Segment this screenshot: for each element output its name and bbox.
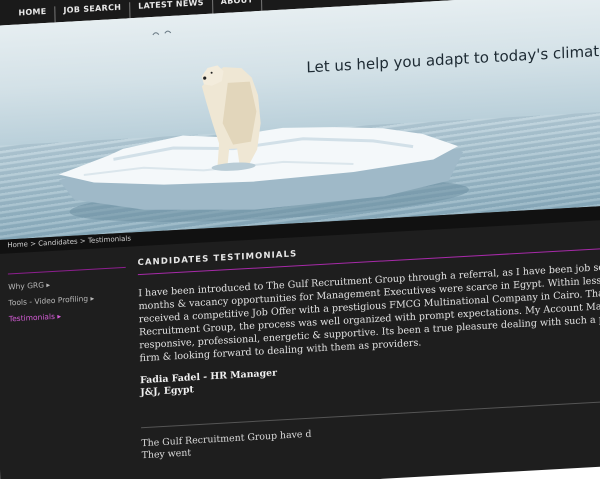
main-content: CANDIDATES TESTIMONIALS I have been intr…: [138, 230, 600, 462]
sidebar-item-video-profiling[interactable]: Tools - Video Profiling ▸: [8, 292, 128, 308]
sidebar: Why GRG ▸ Tools - Video Profiling ▸ Test…: [7, 266, 129, 331]
testimonial-text-2: The Gulf Recruitment Group have d They w…: [141, 410, 600, 462]
sidebar-item-testimonials[interactable]: Testimonials ▸: [9, 308, 129, 324]
screen-photo: HOME JOB SEARCH LATEST NEWS ABOUT Let us…: [0, 0, 600, 479]
hero-banner: Let us help you adapt to today's climate: [0, 0, 600, 241]
web-page: HOME JOB SEARCH LATEST NEWS ABOUT Let us…: [0, 0, 600, 479]
testimonial-text: I have been introduced to The Gulf Recru…: [138, 259, 600, 365]
sidebar-item-why-grg[interactable]: Why GRG ▸: [8, 276, 128, 291]
birds-icon: [152, 30, 172, 36]
content-area: Home > Candidates > Testimonials Why GRG…: [0, 203, 600, 479]
sidebar-divider: [7, 266, 126, 275]
